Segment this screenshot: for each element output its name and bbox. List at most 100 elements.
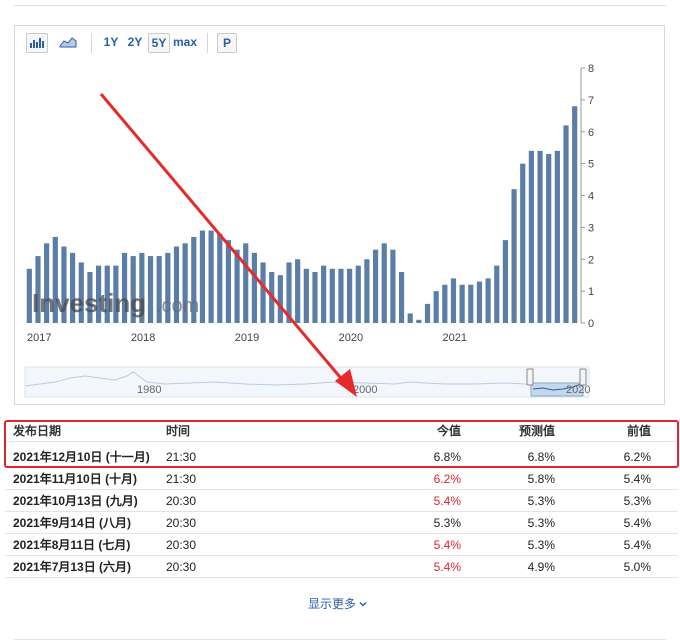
chart-bar xyxy=(312,272,318,323)
chart-bar xyxy=(329,268,335,323)
y-tick-label: 1 xyxy=(588,286,594,298)
y-tick-label: 2 xyxy=(588,254,594,266)
table-row: 2021年9月14日 (八月) 20:30 5.3% 5.3% 5.4% xyxy=(5,512,678,534)
row-previous: 5.0% xyxy=(623,560,651,574)
chevron-down-icon xyxy=(359,597,367,611)
row-time: 20:30 xyxy=(166,516,197,530)
table-row: 2021年8月11日 (七月) 20:30 5.4% 5.3% 5.4% xyxy=(5,534,678,556)
row-previous: 5.4% xyxy=(623,472,651,486)
row-actual: 6.8% xyxy=(433,450,461,464)
row-forecast: 5.3% xyxy=(527,494,555,508)
x-tick-label: 2018 xyxy=(131,332,155,344)
chart-bar xyxy=(407,313,413,323)
chart-bar xyxy=(321,265,327,324)
row-time: 21:30 xyxy=(166,472,197,486)
row-actual: 5.4% xyxy=(433,538,461,552)
y-tick-label: 3 xyxy=(588,222,594,234)
chart-bar xyxy=(563,125,569,324)
chart-bar xyxy=(295,259,301,323)
row-date: 2021年12月10日 (十一月) xyxy=(13,450,150,464)
range-navigator[interactable]: 1980 2000 2020 xyxy=(24,366,590,398)
chart-bar xyxy=(433,291,439,324)
row-previous: 6.2% xyxy=(623,450,651,464)
row-previous: 5.3% xyxy=(623,494,651,508)
chart-bar xyxy=(390,249,396,323)
y-tick-label: 6 xyxy=(588,127,594,139)
chart-bar xyxy=(398,272,405,323)
row-previous: 5.4% xyxy=(623,538,651,552)
y-tick-label: 7 xyxy=(588,95,594,107)
navigator-label-1980: 1980 xyxy=(137,384,161,396)
y-tick-label: 5 xyxy=(588,159,594,171)
chart-bar xyxy=(225,240,232,324)
show-more-label: 显示更多 xyxy=(308,597,357,611)
row-date: 2021年7月13日 (六月) xyxy=(13,560,132,574)
row-forecast: 5.3% xyxy=(527,516,555,530)
row-time: 20:30 xyxy=(166,538,197,552)
chart-bar xyxy=(303,268,309,323)
table-row: 2021年12月10日 (十一月) 21:30 6.8% 6.8% 6.2% xyxy=(5,446,678,468)
chart-bar xyxy=(468,284,474,323)
chart-bar xyxy=(251,252,257,324)
x-tick-label: 2017 xyxy=(27,332,51,344)
chart-bar xyxy=(546,154,552,323)
chart-bar xyxy=(364,259,370,323)
chart-bar xyxy=(537,150,543,324)
navigator-label-2020: 2020 xyxy=(566,384,590,396)
chart-bar xyxy=(234,249,240,323)
chart-bar xyxy=(372,249,379,323)
chart-bar xyxy=(485,278,491,324)
header-previous: 前值 xyxy=(626,424,651,438)
top-divider xyxy=(14,5,666,6)
chart-bar xyxy=(528,150,534,324)
chart-bar xyxy=(243,243,249,323)
chart-bar xyxy=(208,230,214,323)
chart-bar xyxy=(199,230,206,323)
y-tick-label: 0 xyxy=(588,318,594,330)
row-time: 20:30 xyxy=(166,560,197,574)
navigator-left-handle[interactable] xyxy=(526,368,534,386)
row-time: 20:30 xyxy=(166,494,197,508)
row-forecast: 5.8% xyxy=(527,472,555,486)
cpi-bar-chart: 0 1 2 3 4 5 6 7 8 2017 2018 2019 2020 2021 Investing… xyxy=(24,63,594,398)
watermark-brand: Investing xyxy=(32,288,146,318)
row-date: 2021年11月10日 (十月) xyxy=(13,472,138,486)
header-time: 时间 xyxy=(166,424,191,438)
show-more-link[interactable]: 显示更多 xyxy=(308,595,367,612)
navigator-right-handle[interactable] xyxy=(579,368,587,386)
annotation-arrow xyxy=(99,93,357,397)
y-tick-label: 8 xyxy=(588,63,594,75)
chart-bar xyxy=(511,189,517,324)
row-date: 2021年10月13日 (九月) xyxy=(13,494,138,508)
chart-bar xyxy=(459,284,465,323)
chart-bar xyxy=(416,319,422,323)
row-actual: 6.2% xyxy=(433,472,461,486)
table-header: 发布日期 时间 今值 预测值 前值 xyxy=(5,420,678,442)
header-date: 发布日期 xyxy=(13,424,62,438)
bottom-divider xyxy=(14,639,666,640)
row-previous: 5.4% xyxy=(623,516,651,530)
row-forecast: 6.8% xyxy=(527,450,555,464)
chart-bar xyxy=(476,281,483,323)
chart-bar xyxy=(277,275,283,323)
chart-bar xyxy=(260,262,266,323)
chart-bar xyxy=(338,268,344,323)
table-row: 2021年11月10日 (十月) 21:30 6.2% 5.8% 5.4% xyxy=(5,468,678,490)
chart-bar xyxy=(217,233,223,323)
chart-bar xyxy=(572,106,578,323)
header-actual: 今值 xyxy=(436,424,461,438)
row-date: 2021年9月14日 (八月) xyxy=(13,516,132,530)
header-forecast: 预测值 xyxy=(518,424,555,438)
chart-bar xyxy=(147,256,154,323)
x-tick-label: 2020 xyxy=(339,332,363,344)
row-actual: 5.4% xyxy=(433,494,461,508)
x-tick-label: 2019 xyxy=(235,332,259,344)
navigator-track xyxy=(24,366,590,398)
chart-bar xyxy=(347,268,353,323)
row-actual: 5.4% xyxy=(433,560,461,574)
chart-bar xyxy=(502,240,509,324)
chart-bar xyxy=(494,265,500,324)
row-date: 2021年8月11日 (七月) xyxy=(13,538,131,552)
chart-bar xyxy=(520,163,526,324)
chart-bar xyxy=(442,284,448,323)
